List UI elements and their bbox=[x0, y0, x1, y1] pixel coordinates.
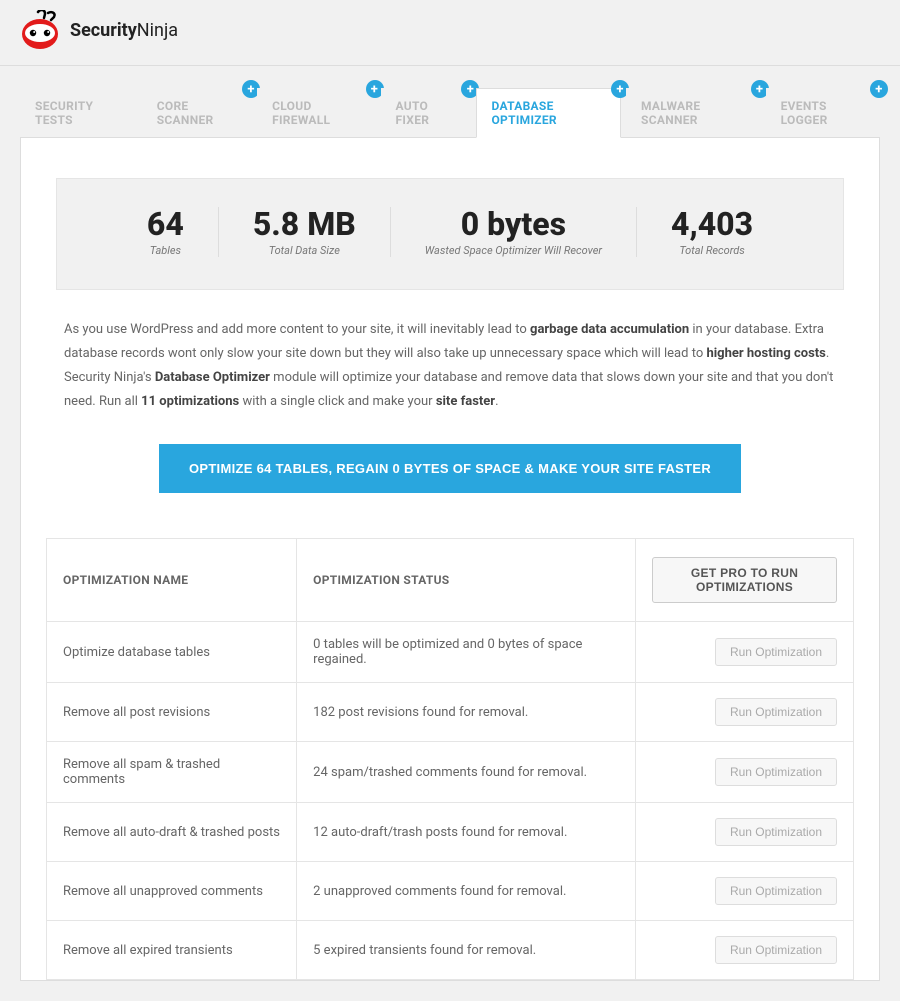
brand-name: SecurityNinja bbox=[70, 20, 178, 41]
stats-summary: 64 Tables 5.8 MB Total Data Size 0 bytes… bbox=[56, 178, 844, 290]
tab-label: SECURITY TESTS bbox=[35, 99, 93, 127]
table-row: Remove all unapproved comments2 unapprov… bbox=[47, 862, 854, 921]
ninja-icon bbox=[18, 10, 62, 50]
opt-status: 12 auto-draft/trash posts found for remo… bbox=[297, 803, 636, 862]
tab-core-scanner[interactable]: CORE SCANNER+ bbox=[142, 88, 252, 137]
stat-records-value: 4,403 bbox=[671, 207, 753, 242]
plus-icon: + bbox=[870, 80, 888, 98]
run-optimization-button[interactable]: Run Optimization bbox=[715, 758, 837, 786]
col-optimization-status: OPTIMIZATION STATUS bbox=[297, 539, 636, 622]
tab-cloud-firewall[interactable]: CLOUD FIREWALL+ bbox=[257, 88, 375, 137]
opt-status: 182 post revisions found for removal. bbox=[297, 683, 636, 742]
run-optimization-button[interactable]: Run Optimization bbox=[715, 638, 837, 666]
stat-wasted-label: Wasted Space Optimizer Will Recover bbox=[425, 244, 602, 257]
table-row: Remove all auto-draft & trashed posts12 … bbox=[47, 803, 854, 862]
tab-bar: SECURITY TESTSCORE SCANNER+CLOUD FIREWAL… bbox=[20, 88, 880, 137]
opt-action-cell: Run Optimization bbox=[636, 921, 854, 980]
tab-label: AUTO FIXER bbox=[396, 99, 430, 127]
opt-name: Remove all expired transients bbox=[47, 921, 297, 980]
tab-database-optimizer[interactable]: DATABASE OPTIMIZER+ bbox=[476, 88, 621, 138]
tab-label: CORE SCANNER bbox=[157, 99, 214, 127]
tab-label: CLOUD FIREWALL bbox=[272, 99, 330, 127]
table-row: Remove all expired transients5 expired t… bbox=[47, 921, 854, 980]
tab-auto-fixer[interactable]: AUTO FIXER+ bbox=[381, 88, 472, 137]
tab-label: DATABASE OPTIMIZER bbox=[491, 99, 556, 127]
optimize-all-button[interactable]: OPTIMIZE 64 TABLES, REGAIN 0 BYTES OF SP… bbox=[159, 444, 741, 493]
stat-size-value: 5.8 MB bbox=[253, 207, 356, 242]
opt-status: 24 spam/trashed comments found for remov… bbox=[297, 742, 636, 803]
opt-action-cell: Run Optimization bbox=[636, 862, 854, 921]
stat-tables: 64 Tables bbox=[113, 207, 219, 257]
opt-name: Remove all auto-draft & trashed posts bbox=[47, 803, 297, 862]
opt-action-cell: Run Optimization bbox=[636, 742, 854, 803]
stat-records: 4,403 Total Records bbox=[637, 207, 787, 257]
optimizations-table: OPTIMIZATION NAME OPTIMIZATION STATUS GE… bbox=[46, 538, 854, 980]
opt-action-cell: Run Optimization bbox=[636, 683, 854, 742]
opt-status: 0 tables will be optimized and 0 bytes o… bbox=[297, 622, 636, 683]
opt-name: Remove all post revisions bbox=[47, 683, 297, 742]
opt-name: Remove all spam & trashed comments bbox=[47, 742, 297, 803]
stat-tables-label: Tables bbox=[147, 244, 184, 257]
brand-logo: SecurityNinja bbox=[18, 10, 882, 50]
app-header: SecurityNinja bbox=[0, 0, 900, 66]
table-row: Optimize database tables0 tables will be… bbox=[47, 622, 854, 683]
opt-action-cell: Run Optimization bbox=[636, 622, 854, 683]
stat-size-label: Total Data Size bbox=[253, 244, 356, 257]
description-text: As you use WordPress and add more conten… bbox=[64, 318, 836, 414]
run-optimization-button[interactable]: Run Optimization bbox=[715, 877, 837, 905]
main-panel: 64 Tables 5.8 MB Total Data Size 0 bytes… bbox=[20, 137, 880, 981]
opt-status: 2 unapproved comments found for removal. bbox=[297, 862, 636, 921]
run-optimization-button[interactable]: Run Optimization bbox=[715, 698, 837, 726]
stat-wasted-value: 0 bytes bbox=[425, 207, 602, 242]
table-row: Remove all post revisions182 post revisi… bbox=[47, 683, 854, 742]
get-pro-button[interactable]: GET PRO TO RUN OPTIMIZATIONS bbox=[652, 557, 837, 603]
opt-name: Remove all unapproved comments bbox=[47, 862, 297, 921]
col-action: GET PRO TO RUN OPTIMIZATIONS bbox=[636, 539, 854, 622]
stat-tables-value: 64 bbox=[147, 207, 184, 242]
stat-size: 5.8 MB Total Data Size bbox=[219, 207, 391, 257]
run-optimization-button[interactable]: Run Optimization bbox=[715, 818, 837, 846]
stat-wasted: 0 bytes Wasted Space Optimizer Will Reco… bbox=[391, 207, 637, 257]
run-optimization-button[interactable]: Run Optimization bbox=[715, 936, 837, 964]
table-row: Remove all spam & trashed comments24 spa… bbox=[47, 742, 854, 803]
tab-security-tests[interactable]: SECURITY TESTS bbox=[20, 88, 137, 137]
tab-malware-scanner[interactable]: MALWARE SCANNER+ bbox=[626, 88, 761, 137]
opt-name: Optimize database tables bbox=[47, 622, 297, 683]
stat-records-label: Total Records bbox=[671, 244, 753, 257]
col-optimization-name: OPTIMIZATION NAME bbox=[47, 539, 297, 622]
tab-events-logger[interactable]: EVENTS LOGGER+ bbox=[766, 88, 880, 137]
opt-status: 5 expired transients found for removal. bbox=[297, 921, 636, 980]
tab-label: EVENTS LOGGER bbox=[781, 99, 828, 127]
opt-action-cell: Run Optimization bbox=[636, 803, 854, 862]
tab-label: MALWARE SCANNER bbox=[641, 99, 700, 127]
